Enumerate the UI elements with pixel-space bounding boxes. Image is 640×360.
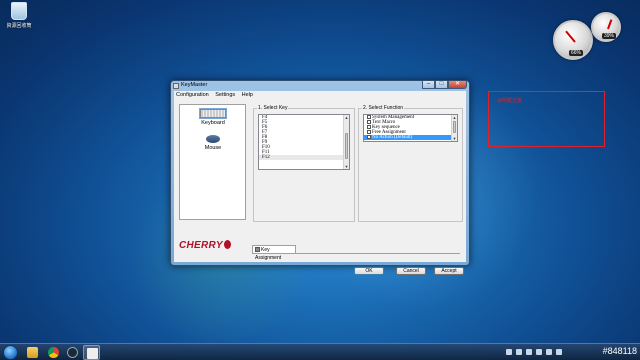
minimize-button[interactable]: – — [422, 81, 435, 89]
device-keyboard-label: Keyboard — [201, 120, 225, 126]
menu-help[interactable]: Help — [240, 91, 256, 98]
steam-icon — [67, 347, 78, 358]
keymaster-window: KeyMaster – □ ✕ Configuration Settings H… — [170, 80, 470, 275]
function-list-scrollbar[interactable]: ▲ ▼ — [451, 115, 457, 141]
accept-button[interactable]: Accept — [434, 267, 464, 275]
pencil-icon — [255, 247, 260, 253]
taskbar-app-explorer[interactable] — [24, 345, 41, 360]
mouse-icon — [206, 135, 220, 143]
checkbox-icon — [367, 125, 371, 129]
menu-settings[interactable]: Settings — [213, 91, 238, 98]
window-title: KeyMaster — [181, 82, 208, 88]
scroll-up-arrow-icon[interactable]: ▲ — [452, 115, 457, 120]
select-function-group: 2. Select Function System Management Tex… — [358, 105, 463, 222]
device-list: Keyboard Mouse — [179, 104, 246, 220]
ram-needle — [607, 19, 613, 30]
close-button[interactable]: ✕ — [448, 81, 467, 89]
scroll-thumb[interactable] — [345, 133, 348, 159]
maximize-button[interactable]: □ — [435, 81, 448, 89]
cpu-percent: 66% — [569, 50, 584, 56]
menu-configuration[interactable]: Configuration — [174, 91, 212, 98]
select-key-label: 1. Select Key — [257, 105, 289, 111]
cherry-logo-icon — [223, 240, 231, 249]
taskbar-clock: #848118 — [602, 346, 637, 356]
function-listbox[interactable]: System Management Text Macro Key sequenc… — [363, 114, 458, 142]
key-item-selected[interactable]: F12 — [259, 155, 349, 160]
key-list-scrollbar[interactable]: ▲ ▼ — [343, 115, 349, 169]
taskbar-app-chrome[interactable] — [45, 345, 62, 360]
app-icon — [173, 83, 179, 89]
scroll-thumb[interactable] — [453, 121, 456, 133]
cherry-logo: CHERRY — [179, 240, 231, 251]
recycle-bin-label: 資源回收筒 — [6, 23, 32, 29]
device-mouse[interactable]: Mouse — [188, 135, 238, 151]
tray-icon[interactable] — [516, 349, 522, 355]
device-keyboard[interactable]: Keyboard — [188, 108, 238, 126]
checkbox-icon — [367, 120, 371, 124]
keymaster-icon — [87, 348, 98, 359]
checkbox-icon — [367, 115, 371, 119]
ok-button[interactable]: OK — [354, 267, 384, 275]
start-button[interactable] — [3, 345, 18, 360]
ram-gauge: 39% — [591, 12, 621, 42]
checkbox-icon — [367, 135, 371, 139]
cpu-gauge: 66% — [553, 20, 593, 60]
network-icon[interactable] — [526, 349, 532, 355]
ram-percent: 39% — [602, 33, 617, 39]
scroll-down-arrow-icon[interactable]: ▼ — [344, 164, 349, 169]
taskbar-app-steam[interactable] — [64, 345, 81, 360]
select-function-label: 2. Select Function — [362, 105, 405, 111]
flag-icon[interactable] — [546, 349, 552, 355]
recycle-bin-shortcut[interactable]: 資源回收筒 — [4, 2, 34, 29]
select-key-group: 1. Select Key F4 F5 F6 F7 F8 F9 F10 F11 … — [253, 105, 355, 222]
keyboard-icon — [199, 108, 227, 119]
tray-icon[interactable] — [556, 349, 562, 355]
taskbar: #848118 — [0, 343, 640, 360]
menu-bar: Configuration Settings Help — [174, 91, 466, 99]
device-mouse-label: Mouse — [204, 145, 222, 151]
window-client-area: Keyboard Mouse 1. Select Key F4 F5 F6 F7… — [174, 99, 466, 275]
title-bar[interactable]: KeyMaster – □ ✕ — [171, 81, 469, 91]
function-item-selected[interactable]: No Action (Default) — [364, 135, 457, 140]
chrome-icon — [48, 347, 59, 358]
scroll-down-arrow-icon[interactable]: ▼ — [452, 136, 457, 141]
recycle-bin-icon — [11, 2, 27, 20]
cancel-button[interactable]: Cancel — [396, 267, 426, 275]
tab-divider — [252, 253, 460, 254]
scroll-up-arrow-icon[interactable]: ▲ — [344, 115, 349, 120]
volume-icon[interactable] — [536, 349, 542, 355]
system-tray: #848118 — [502, 346, 637, 359]
annotation-text: 說明框位置 — [497, 98, 523, 104]
annotation-box: 說明框位置 — [488, 91, 605, 147]
cpu-needle — [565, 30, 576, 43]
taskbar-app-keymaster[interactable] — [83, 345, 100, 360]
tray-icon[interactable] — [506, 349, 512, 355]
cpu-meter-gadget[interactable]: 66% 39% — [553, 12, 633, 62]
folder-icon — [27, 347, 38, 358]
checkbox-icon — [367, 130, 371, 134]
key-listbox[interactable]: F4 F5 F6 F7 F8 F9 F10 F11 F12 ▲ ▼ — [258, 114, 350, 170]
